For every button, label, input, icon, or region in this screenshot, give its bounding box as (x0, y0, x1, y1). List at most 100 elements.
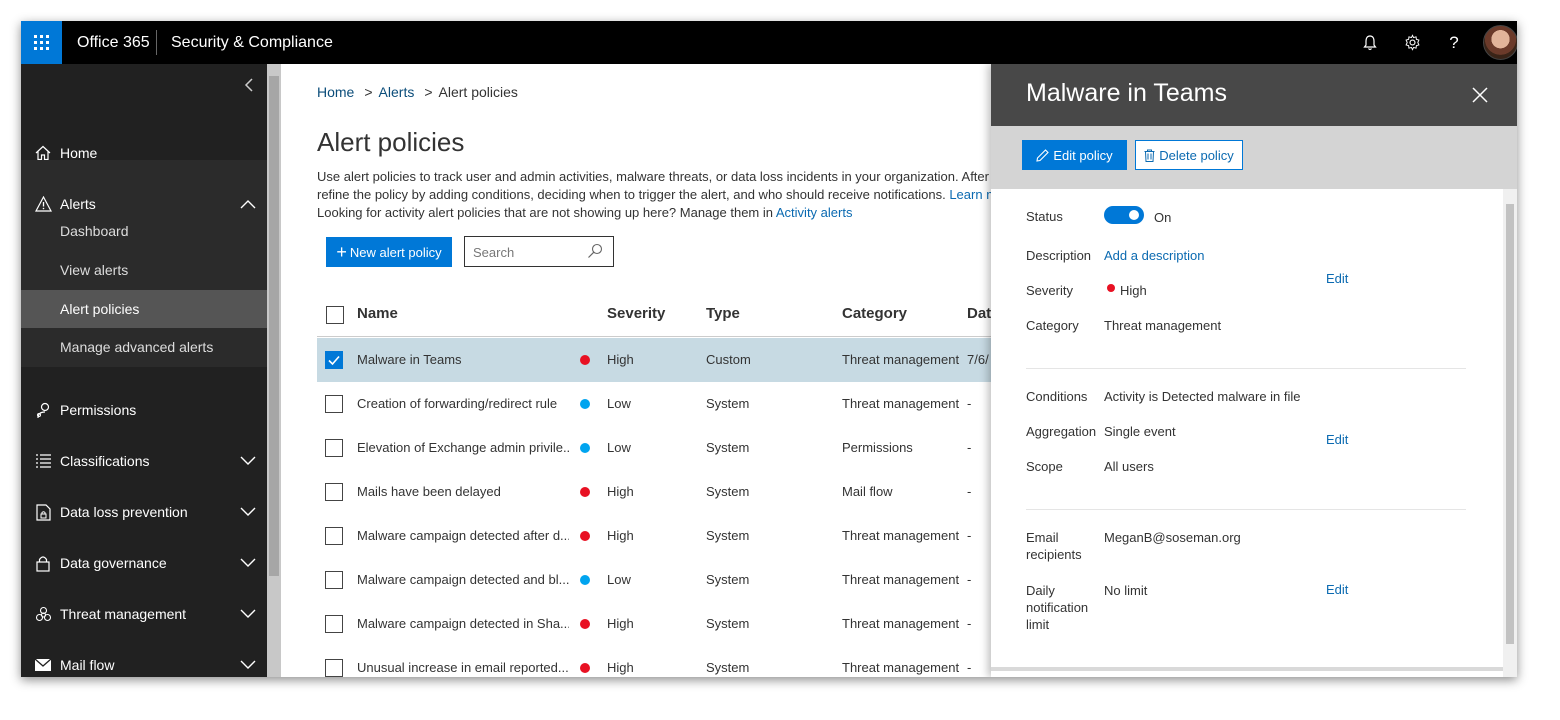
row-checkbox[interactable] (325, 615, 343, 633)
email-label-line: recipients (1026, 547, 1082, 562)
nav-sub-view-alerts[interactable]: View alerts (21, 251, 267, 289)
row-checkbox[interactable] (325, 439, 343, 457)
edit-policy-button[interactable]: Edit policy (1022, 140, 1127, 170)
nav-sub-alert-policies[interactable]: Alert policies (21, 290, 267, 328)
nav-scrollbar-thumb[interactable] (269, 76, 279, 576)
help-icon[interactable]: ? (1439, 21, 1469, 64)
row-checkbox[interactable] (325, 483, 343, 501)
table-row[interactable]: Unusual increase in email reported... Hig… (317, 646, 993, 677)
waffle-icon[interactable] (21, 21, 62, 64)
status-label: Status (1026, 209, 1063, 224)
cell-name[interactable]: Unusual increase in email reported... (357, 646, 569, 677)
status-toggle[interactable] (1104, 206, 1144, 224)
row-checkbox[interactable] (325, 571, 343, 589)
cell-name[interactable]: Elevation of Exchange admin privile... (357, 426, 569, 470)
avatar[interactable] (1483, 25, 1517, 60)
edit-link-notifications[interactable]: Edit (1326, 582, 1348, 597)
learn-more-link[interactable]: Learn more a (949, 187, 993, 202)
description-label: Description (1026, 248, 1092, 263)
column-header-type[interactable]: Type (706, 292, 740, 336)
select-all-checkbox[interactable] (326, 306, 344, 324)
column-header-name[interactable]: Name (357, 292, 398, 336)
cell-category: Threat management (842, 572, 960, 587)
cell-type: System (706, 396, 750, 411)
table-row[interactable]: Malware campaign detected and bl... Low Sy… (317, 558, 993, 602)
cell-name[interactable]: Malware campaign detected after d... (357, 514, 569, 558)
nav-label: Threat management (60, 606, 187, 622)
chevron-left-icon[interactable] (239, 74, 259, 96)
table-row[interactable]: Malware campaign detected after d... High… (317, 514, 993, 558)
search-icon[interactable] (587, 243, 603, 259)
nav-item-mail-flow[interactable]: Mail flow (21, 645, 267, 677)
activity-alerts-link[interactable]: Activity alerts (776, 205, 853, 220)
gear-icon[interactable] (1397, 21, 1427, 64)
chevron-up-icon[interactable] (240, 199, 256, 209)
close-icon[interactable] (1471, 86, 1489, 104)
nav-sub-dashboard[interactable]: Dashboard (21, 212, 267, 250)
edit-link-general[interactable]: Edit (1326, 271, 1348, 286)
table-row[interactable]: Malware in Teams High Custom Threat managem… (317, 338, 993, 382)
chevron-down-icon[interactable] (240, 507, 256, 517)
cell-category: Threat management (842, 616, 960, 631)
nav-sub-manage-advanced-alerts[interactable]: Manage advanced alerts (21, 328, 267, 366)
cell-date: - (967, 572, 972, 587)
column-header-category[interactable]: Category (842, 292, 907, 336)
breadcrumb: Home > Alerts > Alert policies (317, 84, 518, 100)
chevron-down-icon[interactable] (240, 558, 256, 568)
row-checkbox[interactable] (325, 527, 343, 545)
cell-severity: Low (607, 572, 631, 587)
scope-label: Scope (1026, 459, 1063, 474)
table-row[interactable]: Mails have been delayed High System Mail fl… (317, 470, 993, 514)
page-title: Alert policies (317, 127, 465, 157)
chevron-down-icon[interactable] (240, 609, 256, 619)
cell-name[interactable]: Malware campaign detected in Sha... (357, 602, 569, 646)
delete-policy-button[interactable]: Delete policy (1135, 140, 1243, 170)
cell-type: System (706, 572, 750, 587)
category-label: Category (1026, 318, 1079, 333)
table-row[interactable]: Creation of forwarding/redirect rule Low S… (317, 382, 993, 426)
column-header-date[interactable]: Date (967, 292, 993, 336)
panel-header: Malware in Teams (991, 64, 1517, 126)
severity-dot (580, 487, 590, 497)
table-row[interactable]: Elevation of Exchange admin privile... Lo… (317, 426, 993, 470)
email-label-line: Email (1026, 530, 1059, 545)
row-checkbox[interactable] (325, 351, 343, 369)
panel-scrollbar-thumb[interactable] (1506, 204, 1514, 644)
add-description-link[interactable]: Add a description (1104, 247, 1204, 264)
product-name[interactable]: Security & Compliance (171, 21, 333, 64)
cell-name[interactable]: Malware in Teams (357, 338, 569, 382)
app-name[interactable]: Office 365 (77, 21, 150, 64)
nav-sub-label: View alerts (60, 262, 129, 278)
new-alert-policy-button[interactable]: + New alert policy (326, 237, 452, 267)
cell-name[interactable]: Mails have been delayed (357, 470, 569, 514)
nav-item-data-governance[interactable]: Data governance (21, 543, 267, 583)
nav-label: Data governance (60, 555, 167, 571)
edit-link-conditions[interactable]: Edit (1326, 432, 1348, 447)
table-row[interactable]: Malware campaign detected in Sha... High S… (317, 602, 993, 646)
cell-name[interactable]: Malware campaign detected and bl... (357, 558, 569, 602)
bell-icon[interactable] (1355, 21, 1385, 64)
nav-sub-label: Alert policies (60, 301, 140, 317)
nav-item-threat-management[interactable]: Threat management (21, 594, 267, 634)
chevron-down-icon[interactable] (240, 660, 256, 670)
row-checkbox[interactable] (325, 659, 343, 677)
intro-line-3: Looking for activity alert policies that… (317, 204, 993, 222)
delete-policy-label: Delete policy (1159, 147, 1234, 163)
daily-limit-label: Daily notification limit (1026, 582, 1088, 633)
breadcrumb-alerts[interactable]: Alerts (379, 84, 415, 100)
breadcrumb-home[interactable]: Home (317, 84, 354, 100)
severity-label: Severity (1026, 283, 1073, 298)
mail-icon (34, 656, 52, 674)
chevron-down-icon[interactable] (240, 456, 256, 466)
cell-name[interactable]: Creation of forwarding/redirect rule (357, 382, 569, 426)
nav-item-data-loss-prevention[interactable]: Data loss prevention (21, 492, 267, 532)
intro-line-2-text: refine the policy by adding conditions, … (317, 187, 950, 202)
cell-type: Custom (706, 352, 751, 367)
row-checkbox[interactable] (325, 395, 343, 413)
search-box (464, 236, 614, 267)
nav-item-classifications[interactable]: Classifications (21, 441, 267, 481)
nav-label: Permissions (60, 402, 137, 418)
nav-item-permissions[interactable]: Permissions (21, 390, 267, 430)
search-input[interactable] (471, 242, 585, 262)
column-header-severity[interactable]: Severity (607, 292, 665, 336)
